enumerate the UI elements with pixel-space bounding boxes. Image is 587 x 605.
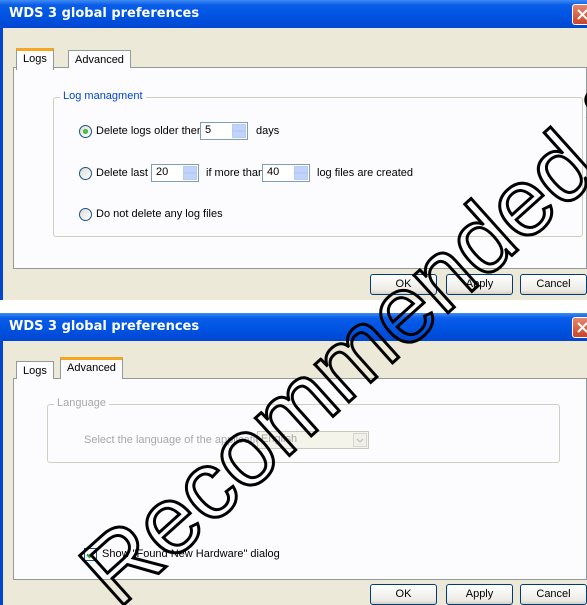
dialog-client-area: Logs Advanced Log managment Delete logs … xyxy=(0,28,587,300)
last-count-spinner[interactable]: 20 xyxy=(151,164,199,182)
close-icon xyxy=(577,322,587,333)
max-files-value: 40 xyxy=(267,166,280,178)
days-value: 5 xyxy=(205,124,212,136)
preferences-dialog-logs: WDS 3 global preferences Logs Advanced L… xyxy=(0,0,587,300)
close-button[interactable] xyxy=(572,4,587,25)
cancel-button[interactable]: Cancel xyxy=(520,584,587,605)
days-spinner[interactable]: 5 xyxy=(200,122,248,140)
language-prompt: Select the language of the application xyxy=(84,434,268,446)
spin-up-button[interactable] xyxy=(294,166,308,173)
spin-down-button[interactable] xyxy=(183,173,197,180)
tab-advanced[interactable]: Advanced xyxy=(68,50,131,68)
group-label: Log managment xyxy=(60,90,146,102)
spin-down-button[interactable] xyxy=(232,131,246,138)
delete-last-label: Delete last xyxy=(96,167,148,179)
dialog-client-area: Logs Advanced Language Select the langua… xyxy=(0,341,587,605)
days-label: days xyxy=(256,125,280,137)
ok-button[interactable]: OK xyxy=(370,584,437,605)
cancel-button[interactable]: Cancel xyxy=(520,274,587,295)
spin-up-button[interactable] xyxy=(183,166,197,173)
found-new-hardware-label: Show "Found New Hardware" dialog xyxy=(102,548,280,560)
found-new-hardware-checkbox[interactable] xyxy=(84,548,97,561)
apply-button[interactable]: Apply xyxy=(446,274,513,295)
ok-button[interactable]: OK xyxy=(370,274,437,295)
radio-delete-older[interactable] xyxy=(79,125,92,138)
title-bar[interactable]: WDS 3 global preferences xyxy=(0,0,587,28)
title-bar[interactable]: WDS 3 global preferences xyxy=(0,313,587,341)
tab-logs[interactable]: Logs xyxy=(16,361,54,379)
group-label: Language xyxy=(54,397,109,409)
checkmark-icon xyxy=(86,551,95,559)
last-count-value: 20 xyxy=(156,166,169,178)
language-value: English xyxy=(261,433,298,445)
radio-delete-last[interactable] xyxy=(79,167,92,180)
window-title: WDS 3 global preferences xyxy=(9,319,200,334)
language-select[interactable]: English xyxy=(257,431,369,449)
spin-up-button[interactable] xyxy=(232,124,246,131)
preferences-dialog-advanced: WDS 3 global preferences Logs Advanced L… xyxy=(0,313,587,605)
tab-logs[interactable]: Logs xyxy=(16,48,54,70)
chevron-down-icon xyxy=(353,433,367,447)
max-files-spinner[interactable]: 40 xyxy=(262,164,310,182)
spin-down-button[interactable] xyxy=(294,173,308,180)
radio-do-not-delete[interactable] xyxy=(79,208,92,221)
tab-advanced[interactable]: Advanced xyxy=(60,357,123,379)
do-not-delete-label: Do not delete any log files xyxy=(96,208,223,220)
window-title: WDS 3 global preferences xyxy=(9,6,200,21)
delete-older-label: Delete logs older then xyxy=(96,125,204,137)
close-button[interactable] xyxy=(572,317,587,338)
log-files-created-label: log files are created xyxy=(317,167,413,179)
if-more-than-label: if more than xyxy=(206,167,265,179)
close-icon xyxy=(577,9,587,20)
apply-button[interactable]: Apply xyxy=(446,584,513,605)
